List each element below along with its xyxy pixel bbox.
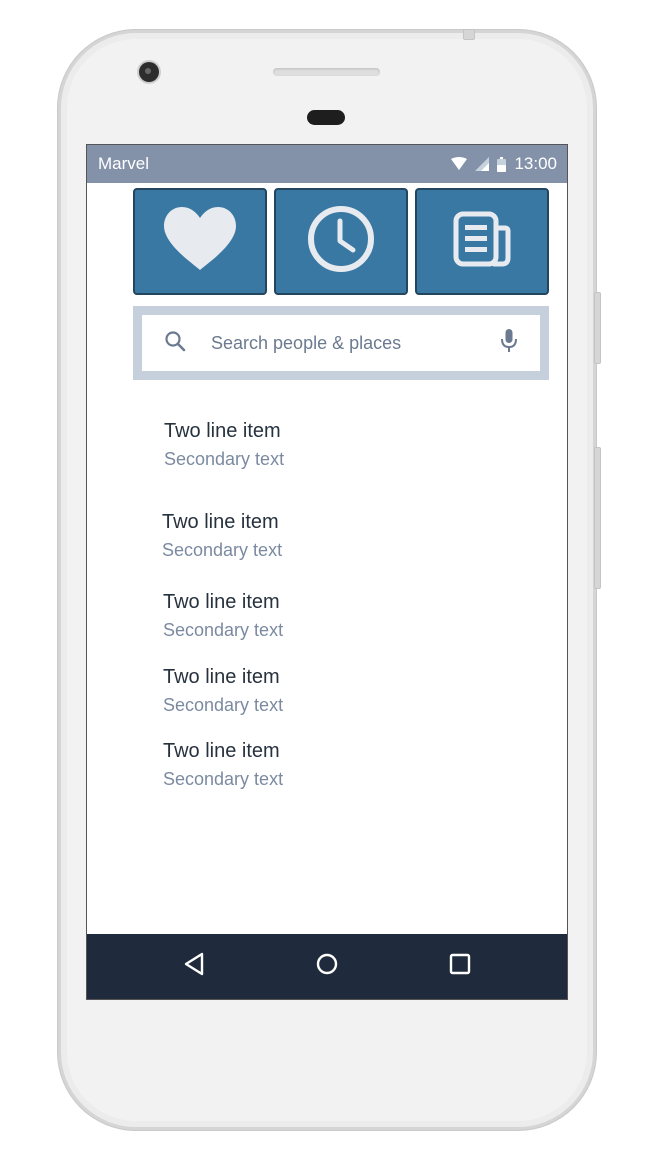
heart-icon: [162, 206, 238, 277]
search-placeholder: Search people & places: [211, 332, 402, 353]
navigation-bar: [87, 934, 567, 999]
list-item-secondary: Secondary text: [164, 449, 285, 469]
list-item[interactable]: Two line item Secondary text: [163, 665, 283, 717]
news-icon: [453, 210, 511, 273]
list-item-secondary: Secondary text: [163, 620, 284, 640]
list-item-primary: Two line item: [163, 591, 280, 613]
back-icon: [183, 952, 205, 981]
status-time: 13:00: [514, 154, 557, 173]
mic-icon[interactable]: [500, 328, 518, 359]
app-name: Marvel: [98, 154, 150, 173]
recents-button[interactable]: [436, 943, 484, 991]
list-item[interactable]: Two line item Secondary text: [162, 510, 282, 562]
home-button[interactable]: [303, 943, 351, 991]
list-item-secondary: Secondary text: [162, 540, 283, 560]
clock-icon: [306, 204, 376, 279]
list-item-secondary: Secondary text: [163, 695, 284, 715]
search-icon[interactable]: [164, 330, 186, 357]
recents-icon: [449, 953, 471, 980]
list-item-primary: Two line item: [163, 666, 280, 688]
earpiece: [307, 110, 345, 125]
home-icon: [315, 952, 339, 981]
battery-icon: [497, 156, 507, 172]
list-item[interactable]: Two line item Secondary text: [164, 419, 284, 471]
list-item-primary: Two line item: [164, 420, 281, 442]
front-camera: [139, 62, 159, 82]
news-tile[interactable]: [415, 188, 549, 295]
wifi-icon: [451, 157, 468, 171]
tile-row: [133, 188, 549, 295]
volume-button: [594, 447, 601, 589]
list-item[interactable]: Two line item Secondary text: [163, 590, 283, 642]
back-button[interactable]: [170, 943, 218, 991]
list-item-secondary: Secondary text: [163, 769, 284, 789]
favorites-tile[interactable]: [133, 188, 267, 295]
top-button: [463, 29, 475, 40]
search-bar-frame: Search people & places: [133, 306, 549, 380]
power-button: [594, 292, 601, 364]
search-input[interactable]: Search people & places: [142, 315, 540, 371]
list-item-primary: Two line item: [163, 740, 280, 762]
top-speaker-grille: [273, 68, 380, 76]
screen: Marvel 13:00 Search people & places Two …: [86, 144, 568, 1000]
status-bar: Marvel 13:00: [87, 145, 567, 183]
signal-icon: [475, 157, 490, 171]
list-item-primary: Two line item: [162, 511, 279, 533]
recent-tile[interactable]: [274, 188, 408, 295]
list-item[interactable]: Two line item Secondary text: [163, 739, 283, 791]
status-icons: 13:00: [451, 154, 557, 174]
